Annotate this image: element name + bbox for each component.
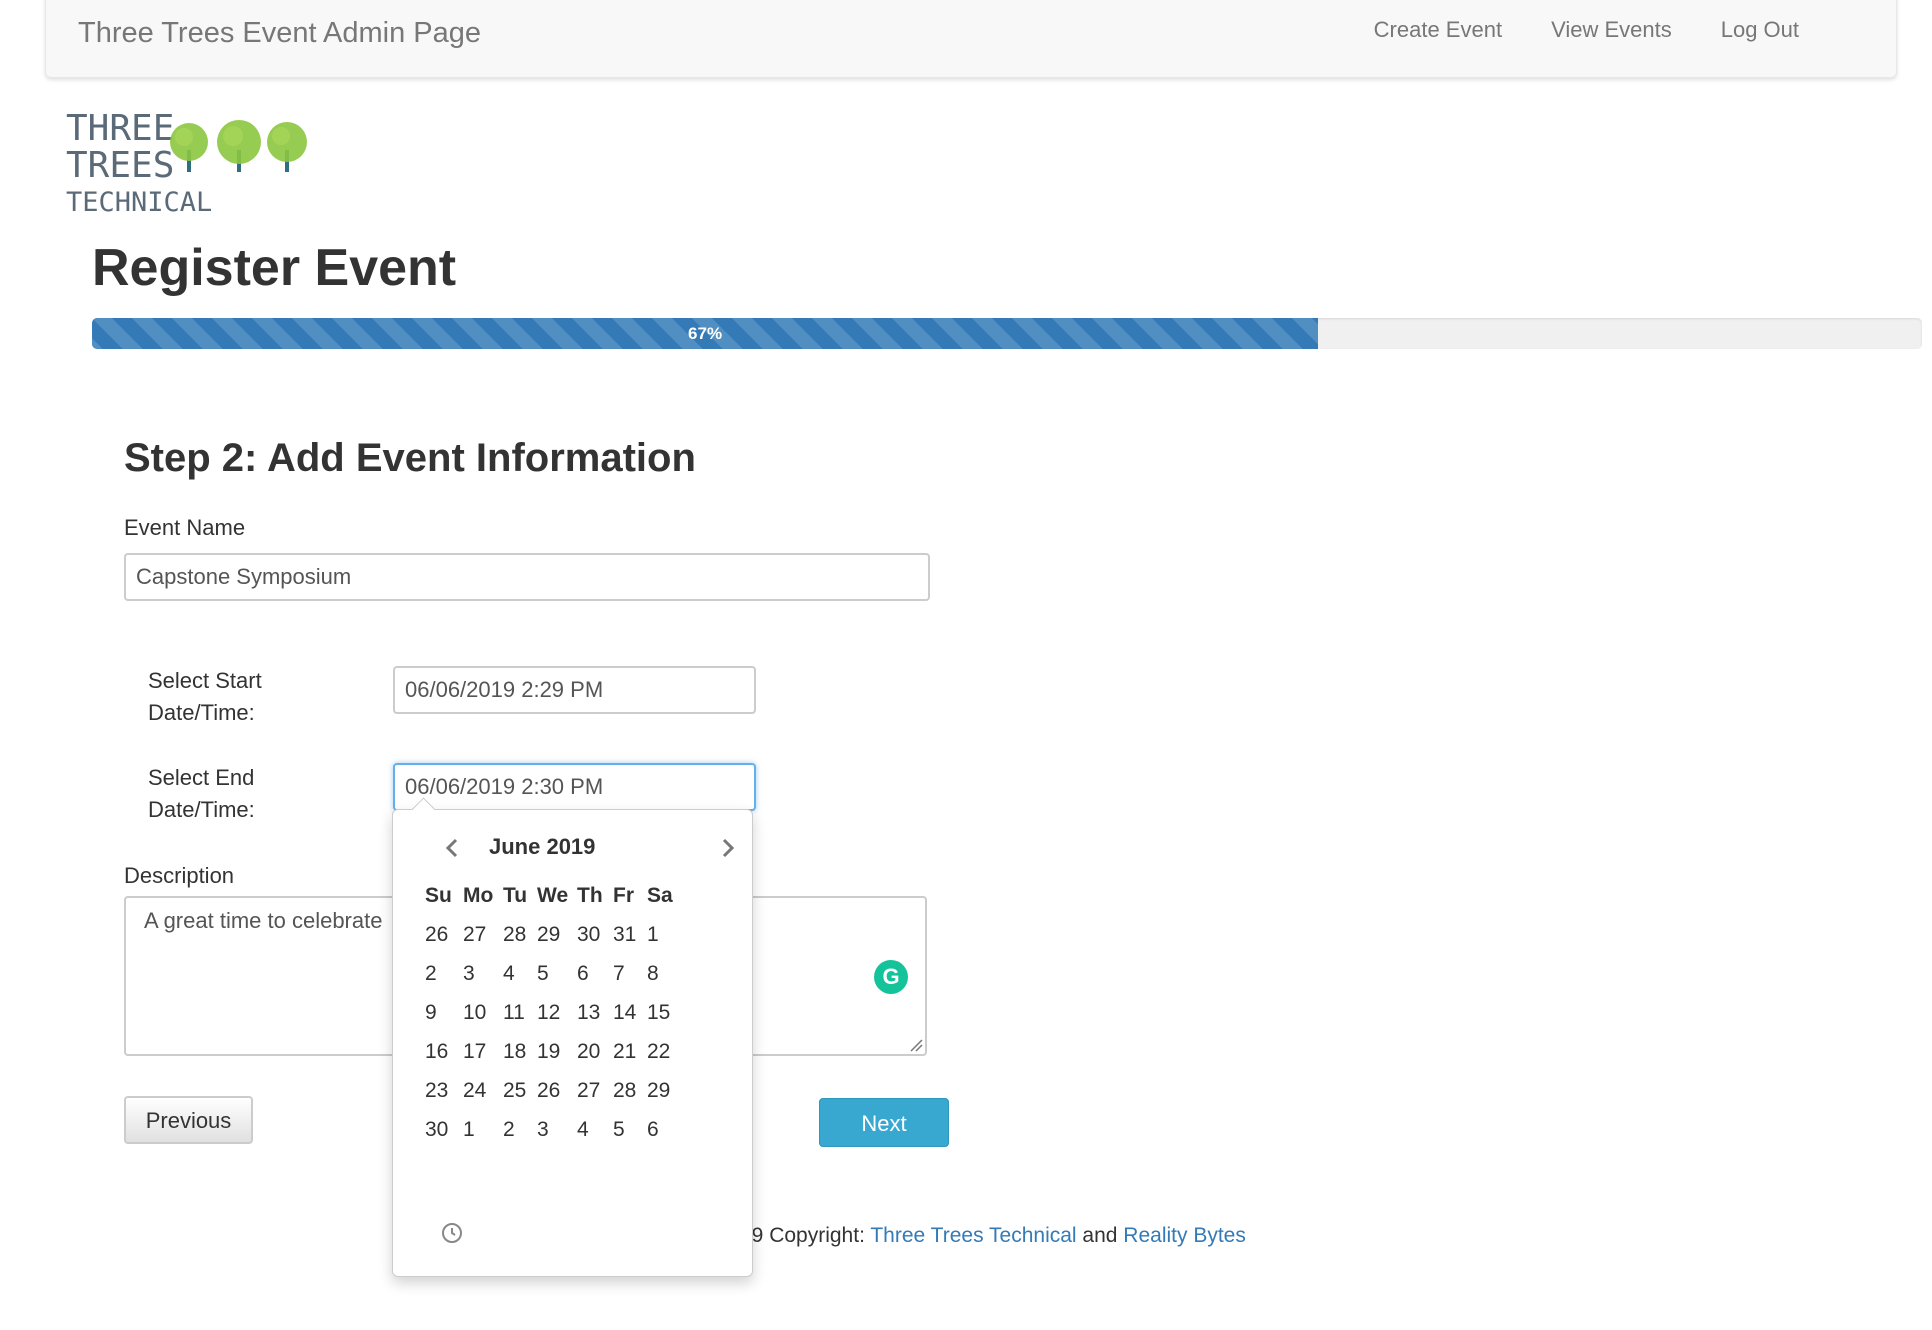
calendar-day[interactable]: 26 [425, 915, 465, 955]
calendar-day[interactable]: 1 [647, 915, 687, 955]
page-title: Register Event [92, 239, 457, 297]
calendar-day[interactable]: 29 [537, 915, 577, 955]
footer-link-reality-bytes[interactable]: Reality Bytes [1123, 1224, 1246, 1247]
calendar-day[interactable]: 2 [425, 954, 465, 994]
step-title: Step 2: Add Event Information [124, 436, 696, 480]
event-name-input[interactable] [124, 553, 930, 601]
calendar-day[interactable]: 10 [463, 993, 503, 1033]
event-name-label: Event Name [124, 515, 246, 540]
progress-bar: 67% [92, 318, 1319, 349]
weekday-label: Su [425, 884, 452, 907]
end-label-line-2: Date/Time: [148, 797, 255, 822]
footer: 19 Copyright: Three Trees Technical and … [740, 1224, 1246, 1248]
calendar-day[interactable]: 30 [425, 1110, 465, 1150]
picker-month-title[interactable]: June 2019 [489, 834, 595, 860]
weekday-label: Th [577, 884, 603, 907]
calendar-day[interactable]: 6 [577, 954, 617, 994]
weekday-label: We [537, 884, 569, 907]
calendar-day[interactable]: 23 [425, 1071, 465, 1111]
calendar-day[interactable]: 3 [463, 954, 503, 994]
progress-track: 67% [92, 318, 1922, 349]
calendar-day[interactable]: 16 [425, 1032, 465, 1072]
calendar-day[interactable]: 1 [463, 1110, 503, 1150]
footer-link-three-trees[interactable]: Three Trees Technical [870, 1224, 1076, 1247]
footer-copyright: 19 Copyright: [740, 1224, 871, 1247]
calendar-day[interactable]: 12 [537, 993, 577, 1033]
calendar-day[interactable]: 5 [537, 954, 577, 994]
nav-links: Create Event View Events Log Out [1374, 17, 1799, 43]
weekday-label: Sa [647, 884, 673, 907]
end-datetime-input[interactable] [393, 763, 756, 811]
start-label-line-1: Select Start [148, 668, 262, 693]
start-label-line-2: Date/Time: [148, 700, 255, 725]
description-label: Description [124, 863, 235, 888]
calendar-day[interactable]: 3 [537, 1110, 577, 1150]
end-datetime-label: Select End Date/Time: [148, 762, 255, 826]
nav-log-out[interactable]: Log Out [1721, 17, 1799, 43]
grammarly-icon[interactable]: G [874, 960, 908, 994]
next-button[interactable]: Next [819, 1098, 949, 1147]
calendar-day[interactable]: 27 [463, 915, 503, 955]
calendar-day[interactable]: 30 [577, 915, 617, 955]
end-label-line-1: Select End [148, 765, 255, 790]
datetime-picker-popup: June 2019 Su Mo Tu We Th Fr Sa 26 27 28 29 30 31 1 2 3 4… [392, 797, 753, 1277]
trees-icon [170, 120, 307, 172]
three-trees-logo: THREE TREES TECHNICAL [66, 110, 326, 220]
chevron-right-icon[interactable] [715, 836, 739, 860]
clock-icon[interactable] [439, 1220, 465, 1246]
calendar-day[interactable]: 13 [577, 993, 617, 1033]
nav-create-event[interactable]: Create Event [1374, 17, 1502, 43]
description-text: A great time to celebrate [144, 908, 383, 933]
logo-line-3: TECHNICAL [66, 187, 213, 218]
calendar-day[interactable]: 22 [647, 1032, 687, 1072]
calendar-day[interactable]: 26 [537, 1071, 577, 1111]
calendar-day[interactable]: 6 [647, 1110, 687, 1150]
chevron-left-icon[interactable] [441, 836, 465, 860]
calendar-day[interactable]: 27 [577, 1071, 617, 1111]
calendar-day[interactable]: 9 [425, 993, 465, 1033]
calendar-day[interactable]: 15 [647, 993, 687, 1033]
calendar-day[interactable]: 24 [463, 1071, 503, 1111]
previous-button[interactable]: Previous [124, 1096, 253, 1144]
calendar-day[interactable]: 29 [647, 1071, 687, 1111]
top-navbar: Three Trees Event Admin Page Create Even… [45, 0, 1897, 78]
picker-header: June 2019 [393, 830, 752, 866]
calendar-day[interactable]: 19 [537, 1032, 577, 1072]
calendar-day[interactable]: 20 [577, 1032, 617, 1072]
navbar-brand[interactable]: Three Trees Event Admin Page [78, 17, 481, 50]
calendar-day[interactable]: 4 [577, 1110, 617, 1150]
footer-and: and [1082, 1224, 1124, 1247]
weekday-label: Mo [463, 884, 494, 907]
resize-grip-icon[interactable] [909, 1038, 923, 1052]
calendar-day[interactable]: 8 [647, 954, 687, 994]
start-datetime-label: Select Start Date/Time: [148, 665, 262, 729]
start-datetime-input[interactable] [393, 666, 756, 714]
nav-view-events[interactable]: View Events [1551, 17, 1672, 43]
calendar-day[interactable]: 17 [463, 1032, 503, 1072]
